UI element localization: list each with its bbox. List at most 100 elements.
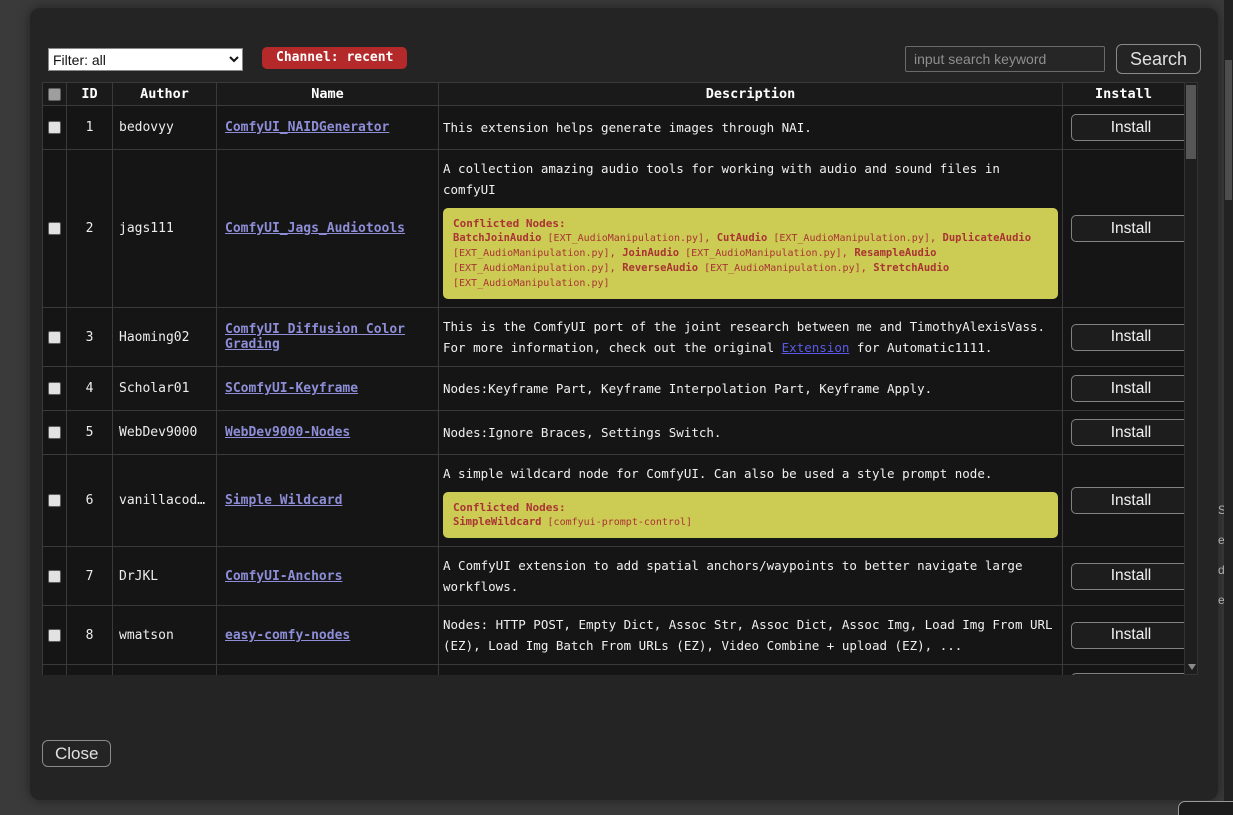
column-header-install: Install	[1063, 83, 1185, 106]
conflict-node-name: BatchJoinAudio	[453, 232, 542, 244]
description-link[interactable]: Extension	[782, 340, 850, 355]
install-button[interactable]: Install	[1071, 419, 1184, 446]
description-segment: A simple wildcard node for ComfyUI. Can …	[443, 466, 992, 481]
description-segment: Nodes: HTTP POST, Empty Dict, Assoc Str,…	[443, 617, 1053, 653]
conflict-warning: Conflicted Nodes:SimpleWildcard [comfyui…	[443, 492, 1058, 538]
name-cell: easy-comfy-nodes	[217, 606, 439, 665]
author-cell: DrJKL	[113, 547, 217, 606]
install-cell: Install	[1063, 606, 1185, 665]
scroll-down-arrow-icon[interactable]	[1188, 664, 1196, 670]
description-segment: Nodes:Keyframe Part, Keyframe Interpolat…	[443, 381, 932, 396]
install-button[interactable]: Install	[1071, 324, 1184, 351]
author-cell: wmatson	[113, 606, 217, 665]
install-cell: Install	[1063, 367, 1185, 411]
checkbox-cell	[43, 455, 67, 547]
conflict-node-ref: [EXT_AudioManipulation.py]	[679, 248, 842, 259]
column-header-description: Description	[439, 83, 1063, 106]
author-name: bedovyy	[119, 120, 210, 135]
author-cell: bedovyy	[113, 106, 217, 150]
author-cell: SoftMeng	[113, 665, 217, 676]
extension-name-link[interactable]: WebDev9000-Nodes	[225, 425, 350, 440]
conflict-warning: Conflicted Nodes:BatchJoinAudio [EXT_Aud…	[443, 208, 1058, 299]
row-checkbox[interactable]	[48, 426, 61, 439]
extension-name-link[interactable]: ComfyUI_Jags_Audiotools	[225, 221, 405, 236]
author-cell: WebDev9000	[113, 411, 217, 455]
description-cell: Nodes: HTTP POST, Empty Dict, Assoc Str,…	[439, 606, 1063, 665]
row-checkbox[interactable]	[48, 570, 61, 583]
description-cell: This is the ComfyUI port of the joint re…	[439, 308, 1063, 367]
id-cell: 6	[67, 455, 113, 547]
column-header-author: Author	[113, 83, 217, 106]
column-header-name: Name	[217, 83, 439, 106]
id-cell: 2	[67, 150, 113, 308]
row-checkbox[interactable]	[48, 629, 61, 642]
install-button[interactable]: Install	[1071, 375, 1184, 402]
table-row: 9SoftMengComfyUI_Mexx_StylerNodes: Comfy…	[43, 665, 1185, 676]
table-scrollbar-thumb[interactable]	[1186, 85, 1196, 159]
description-segment: A collection amazing audio tools for wor…	[443, 161, 1000, 197]
extension-name-link[interactable]: ComfyUI_NAIDGenerator	[225, 120, 389, 135]
conflict-node-ref: [EXT_AudioManipulation.py]	[542, 233, 705, 244]
checkbox-cell	[43, 106, 67, 150]
channel-badge: Channel: recent	[262, 47, 407, 69]
install-cell: Install	[1063, 411, 1185, 455]
select-all-header-cell	[43, 83, 67, 106]
conflict-node-ref: [EXT_AudioManipulation.py]	[453, 278, 610, 289]
select-all-checkbox[interactable]	[48, 88, 61, 101]
install-button[interactable]: Install	[1071, 673, 1184, 675]
conflict-node-name: ResampleAudio	[854, 247, 936, 259]
extension-name-link[interactable]: SComfyUI-Keyframe	[225, 381, 358, 396]
table-scrollbar[interactable]	[1184, 82, 1198, 675]
install-button[interactable]: Install	[1071, 622, 1184, 649]
name-cell: ComfyUI_Jags_Audiotools	[217, 150, 439, 308]
description-cell: A collection amazing audio tools for wor…	[439, 150, 1063, 308]
author-name: Scholar01	[119, 381, 210, 396]
install-button[interactable]: Install	[1071, 114, 1184, 141]
description-segment: A ComfyUI extension to add spatial ancho…	[443, 558, 1022, 594]
conflict-node-name: CutAudio	[717, 232, 768, 244]
install-button[interactable]: Install	[1071, 487, 1184, 514]
description-text: Nodes:Keyframe Part, Keyframe Interpolat…	[443, 378, 1058, 399]
row-checkbox[interactable]	[48, 121, 61, 134]
author-cell: jags111	[113, 150, 217, 308]
conflict-node-ref: [EXT_AudioManipulation.py]	[453, 248, 610, 259]
extension-name-link[interactable]: ComfyUI Diffusion Color Grading	[225, 322, 405, 352]
close-button[interactable]: Close	[42, 740, 111, 767]
extensions-table: IDAuthorNameDescriptionInstall 1bedovyyC…	[42, 82, 1184, 675]
description-text: A ComfyUI extension to add spatial ancho…	[443, 555, 1058, 597]
description-cell: This extension helps generate images thr…	[439, 106, 1063, 150]
description-cell: A ComfyUI extension to add spatial ancho…	[439, 547, 1063, 606]
name-cell: ComfyUI_NAIDGenerator	[217, 106, 439, 150]
author-cell: Scholar01	[113, 367, 217, 411]
extension-name-link[interactable]: ComfyUI-Anchors	[225, 569, 342, 584]
checkbox-cell	[43, 411, 67, 455]
install-button[interactable]: Install	[1071, 563, 1184, 590]
install-button[interactable]: Install	[1071, 215, 1184, 242]
id-cell: 4	[67, 367, 113, 411]
row-checkbox[interactable]	[48, 222, 61, 235]
checkbox-cell	[43, 547, 67, 606]
description-text: Nodes:Ignore Braces, Settings Switch.	[443, 422, 1058, 443]
search-button[interactable]: Search	[1116, 44, 1201, 74]
conflict-node-name: DuplicateAudio	[943, 232, 1032, 244]
description-segment: Nodes:Ignore Braces, Settings Switch.	[443, 425, 721, 440]
row-checkbox[interactable]	[48, 331, 61, 344]
description-cell: Nodes:Ignore Braces, Settings Switch.	[439, 411, 1063, 455]
row-checkbox[interactable]	[48, 494, 61, 507]
row-checkbox[interactable]	[48, 382, 61, 395]
page-scrollbar[interactable]	[1224, 0, 1233, 815]
id-cell: 7	[67, 547, 113, 606]
extension-name-link[interactable]: Simple Wildcard	[225, 493, 342, 508]
extension-name-link[interactable]: easy-comfy-nodes	[225, 628, 350, 643]
install-cell: Install	[1063, 106, 1185, 150]
id-cell: 9	[67, 665, 113, 676]
filter-select[interactable]: Filter: all	[48, 48, 243, 71]
install-cell: Install	[1063, 547, 1185, 606]
table-row: 5WebDev9000WebDev9000-NodesNodes:Ignore …	[43, 411, 1185, 455]
author-name: DrJKL	[119, 569, 210, 584]
partial-button-bottom-right[interactable]	[1178, 801, 1233, 815]
checkbox-cell	[43, 606, 67, 665]
page-scrollbar-thumb[interactable]	[1225, 60, 1232, 200]
search-input[interactable]	[905, 46, 1105, 72]
author-cell: vanillacode314	[113, 455, 217, 547]
